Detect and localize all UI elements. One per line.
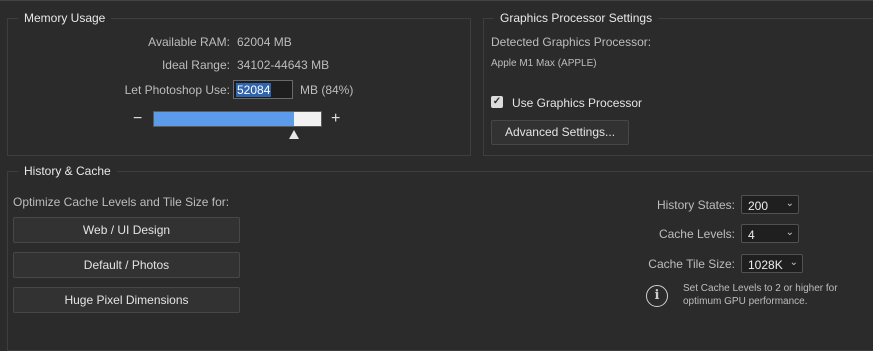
huge-pixel-dimensions-button[interactable]: Huge Pixel Dimensions — [13, 287, 240, 313]
top-divider — [0, 0, 873, 1]
memory-slider-track[interactable] — [153, 111, 322, 127]
slider-minus-button[interactable]: − — [133, 110, 142, 128]
memory-slider-fill — [154, 112, 294, 126]
memory-use-value: 52084 — [236, 83, 272, 97]
detected-gpu-value: Apple M1 Max (APPLE) — [491, 58, 597, 69]
chevron-down-icon: ⌄ — [785, 227, 794, 238]
history-cache-title: History & Cache — [18, 164, 117, 178]
triangle-up-icon[interactable] — [289, 130, 299, 139]
cache-tile-size-label: Cache Tile Size: — [648, 257, 735, 271]
history-states-label: History States: — [656, 198, 735, 212]
gpu-info-text-line-2: optimum GPU performance. — [683, 296, 808, 307]
history-states-value: 200 — [748, 199, 769, 213]
chevron-down-icon: ⌄ — [789, 257, 798, 268]
optimize-cache-label: Optimize Cache Levels and Tile Size for: — [13, 195, 230, 209]
let-photoshop-use-label: Let Photoshop Use: — [124, 83, 230, 97]
memory-usage-title: Memory Usage — [18, 11, 112, 25]
available-ram-value: 62004 MB — [237, 35, 292, 49]
ideal-range-value: 34102-44643 MB — [237, 58, 330, 72]
use-gpu-checkbox[interactable]: ✓ — [491, 96, 503, 108]
memory-use-input[interactable]: 52084 — [233, 80, 293, 99]
cache-tile-size-value: 1028K — [748, 258, 783, 272]
cache-levels-value: 4 — [748, 228, 755, 242]
advanced-settings-button[interactable]: Advanced Settings... — [491, 120, 629, 145]
default-photos-button[interactable]: Default / Photos — [13, 252, 240, 278]
chevron-down-icon: ⌄ — [785, 198, 794, 209]
ideal-range-label: Ideal Range: — [161, 58, 230, 72]
cache-levels-select[interactable]: 4 ⌄ — [741, 224, 799, 243]
detected-gpu-label: Detected Graphics Processor: — [491, 35, 652, 49]
cache-tile-size-select[interactable]: 1028K ⌄ — [741, 254, 803, 273]
cache-levels-label: Cache Levels: — [658, 227, 735, 241]
history-states-select[interactable]: 200 ⌄ — [741, 195, 799, 214]
web-ui-design-button[interactable]: Web / UI Design — [13, 217, 240, 243]
available-ram-label: Available RAM: — [148, 35, 230, 49]
use-gpu-label[interactable]: Use Graphics Processor — [512, 96, 642, 110]
gpu-info-text-line-1: Set Cache Levels to 2 or higher for — [683, 283, 838, 294]
gpu-settings-title: Graphics Processor Settings — [494, 11, 659, 25]
slider-plus-button[interactable]: + — [331, 110, 340, 128]
memory-use-suffix: MB (84%) — [300, 83, 354, 97]
info-circle-icon: i — [646, 285, 668, 307]
